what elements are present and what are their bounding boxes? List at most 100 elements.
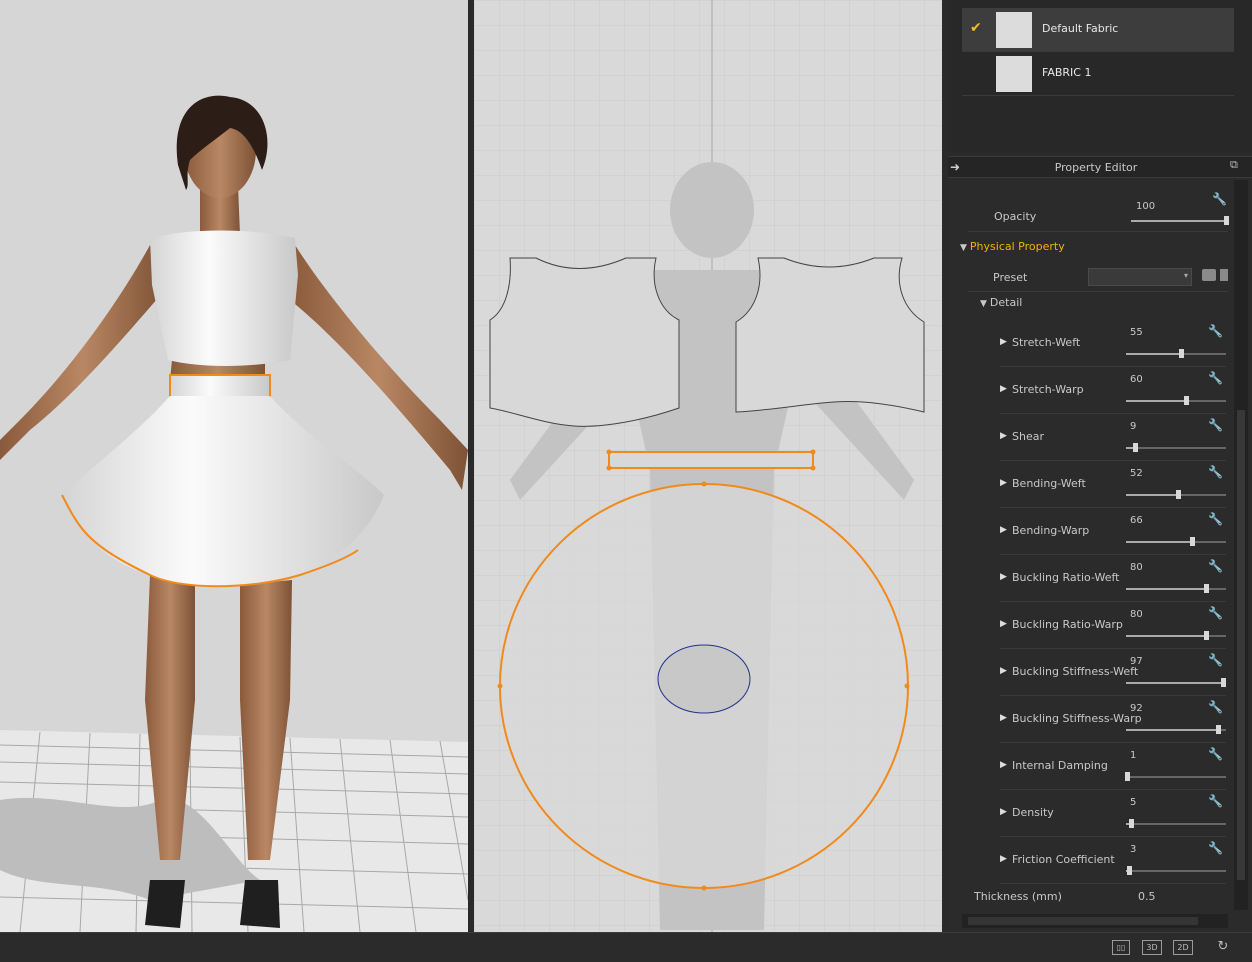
slider-thumb[interactable] bbox=[1221, 678, 1226, 687]
param-value[interactable]: 5 bbox=[1130, 797, 1136, 808]
param-slider[interactable] bbox=[1126, 819, 1226, 828]
preset-label: Preset bbox=[993, 271, 1028, 284]
slider-fill bbox=[1126, 588, 1206, 590]
scrollbar-thumb[interactable] bbox=[968, 917, 1198, 925]
param-value[interactable]: 80 bbox=[1130, 562, 1143, 573]
wrench-icon[interactable]: 🔧 bbox=[1208, 465, 1223, 479]
3d-viewport[interactable] bbox=[0, 0, 468, 932]
physical-property-section[interactable]: ▼ Physical Property bbox=[960, 240, 1065, 260]
param-slider[interactable] bbox=[1126, 725, 1226, 734]
triangle-right-icon[interactable]: ▶ bbox=[1000, 666, 1007, 676]
wrench-icon[interactable]: 🔧 bbox=[1208, 371, 1223, 385]
triangle-right-icon[interactable]: ▶ bbox=[1000, 431, 1007, 441]
param-slider[interactable] bbox=[1126, 349, 1226, 358]
triangle-right-icon[interactable]: ▶ bbox=[1000, 760, 1007, 770]
param-slider[interactable] bbox=[1126, 631, 1226, 640]
vertical-scrollbar[interactable] bbox=[1234, 180, 1248, 910]
slider-thumb[interactable] bbox=[1125, 772, 1130, 781]
wrench-icon[interactable]: 🔧 bbox=[1208, 418, 1223, 432]
opacity-slider[interactable] bbox=[1131, 216, 1229, 225]
fabric-name: Default Fabric bbox=[1042, 22, 1119, 35]
triangle-right-icon[interactable]: ▶ bbox=[1000, 478, 1007, 488]
slider-thumb[interactable] bbox=[1184, 396, 1189, 405]
param-row: ▶ Bending-Warp 66 🔧 bbox=[1000, 508, 1226, 555]
view-2d-button[interactable]: 2D bbox=[1173, 940, 1193, 955]
param-slider[interactable] bbox=[1126, 537, 1226, 546]
preset-dropdown[interactable]: ▾ bbox=[1088, 268, 1192, 286]
triangle-right-icon[interactable]: ▶ bbox=[1000, 337, 1007, 347]
thickness-value[interactable]: 0.5 bbox=[1138, 890, 1156, 903]
triangle-right-icon[interactable]: ▶ bbox=[1000, 807, 1007, 817]
wrench-icon[interactable]: 🔧 bbox=[1208, 512, 1223, 526]
param-slider[interactable] bbox=[1126, 490, 1226, 499]
slider-thumb[interactable] bbox=[1127, 866, 1132, 875]
wrench-icon[interactable]: 🔧 bbox=[1208, 794, 1223, 808]
param-value[interactable]: 80 bbox=[1130, 609, 1143, 620]
param-slider[interactable] bbox=[1126, 584, 1226, 593]
slider-thumb[interactable] bbox=[1204, 584, 1209, 593]
slider-thumb[interactable] bbox=[1224, 216, 1229, 225]
param-value[interactable]: 52 bbox=[1130, 468, 1143, 479]
2d-pattern-viewport[interactable] bbox=[474, 0, 942, 932]
fabric-item-fabric-1[interactable]: FABRIC 1 bbox=[962, 52, 1234, 96]
param-slider[interactable] bbox=[1126, 678, 1226, 687]
wrench-icon[interactable]: 🔧 bbox=[1208, 747, 1223, 761]
popout-icon[interactable]: ⧉ bbox=[1230, 158, 1238, 172]
slider-thumb[interactable] bbox=[1129, 819, 1134, 828]
param-value[interactable]: 92 bbox=[1130, 703, 1143, 714]
param-value[interactable]: 3 bbox=[1130, 844, 1136, 855]
param-value[interactable]: 55 bbox=[1130, 327, 1143, 338]
triangle-right-icon[interactable]: ▶ bbox=[1000, 525, 1007, 535]
param-value[interactable]: 66 bbox=[1130, 515, 1143, 526]
triangle-right-icon[interactable]: ▶ bbox=[1000, 572, 1007, 582]
3d-scene bbox=[0, 95, 468, 932]
detail-section[interactable]: ▼ Detail bbox=[980, 296, 1022, 316]
param-value[interactable]: 97 bbox=[1130, 656, 1143, 667]
scrollbar-thumb[interactable] bbox=[1237, 410, 1245, 880]
param-row: ▶ Buckling Stiffness-Weft 97 🔧 bbox=[1000, 649, 1226, 696]
wrench-icon[interactable]: 🔧 bbox=[1212, 192, 1227, 206]
wrench-icon[interactable]: 🔧 bbox=[1208, 324, 1223, 338]
slider-fill bbox=[1126, 400, 1186, 402]
triangle-right-icon[interactable]: ▶ bbox=[1000, 713, 1007, 723]
param-value[interactable]: 60 bbox=[1130, 374, 1143, 385]
folder-icon[interactable] bbox=[1202, 269, 1216, 281]
fabric-item-default[interactable]: ✔ Default Fabric bbox=[962, 8, 1234, 52]
wrench-icon[interactable]: 🔧 bbox=[1208, 700, 1223, 714]
right-panel: ✔ Default Fabric FABRIC 1 ➜ Property Edi… bbox=[948, 0, 1252, 932]
param-label: Shear bbox=[1012, 430, 1044, 443]
slider-thumb[interactable] bbox=[1176, 490, 1181, 499]
slider-thumb[interactable] bbox=[1190, 537, 1195, 546]
slider-thumb[interactable] bbox=[1179, 349, 1184, 358]
triangle-right-icon[interactable]: ▶ bbox=[1000, 384, 1007, 394]
opacity-value[interactable]: 100 bbox=[1136, 201, 1155, 212]
param-label: Buckling Stiffness-Warp bbox=[1012, 712, 1142, 725]
slider-thumb[interactable] bbox=[1133, 443, 1138, 452]
wrench-icon[interactable]: 🔧 bbox=[1208, 653, 1223, 667]
opacity-label: Opacity bbox=[994, 210, 1037, 223]
param-value[interactable]: 1 bbox=[1130, 750, 1136, 761]
param-slider[interactable] bbox=[1126, 443, 1226, 452]
param-value[interactable]: 9 bbox=[1130, 421, 1136, 432]
2d-pattern-canvas bbox=[474, 0, 942, 932]
wrench-icon[interactable]: 🔧 bbox=[1208, 841, 1223, 855]
slider-thumb[interactable] bbox=[1216, 725, 1221, 734]
refresh-icon[interactable]: ↻ bbox=[1215, 940, 1231, 955]
arrow-right-icon[interactable]: ➜ bbox=[950, 160, 960, 174]
wrench-icon[interactable]: 🔧 bbox=[1208, 559, 1223, 573]
param-slider[interactable] bbox=[1125, 772, 1226, 781]
param-row: ▶ Bending-Weft 52 🔧 bbox=[1000, 461, 1226, 508]
split-view-icon[interactable]: ▯▯ bbox=[1112, 940, 1130, 955]
triangle-right-icon[interactable]: ▶ bbox=[1000, 619, 1007, 629]
view-3d-button[interactable]: 3D bbox=[1142, 940, 1162, 955]
horizontal-scrollbar[interactable] bbox=[962, 914, 1228, 928]
skirt bbox=[62, 396, 384, 587]
crop-top bbox=[150, 230, 298, 366]
thickness-row: Thickness (mm) 0.5 bbox=[968, 886, 1228, 910]
param-slider[interactable] bbox=[1126, 396, 1226, 405]
wrench-icon[interactable]: 🔧 bbox=[1208, 606, 1223, 620]
param-slider[interactable] bbox=[1126, 866, 1226, 875]
slider-thumb[interactable] bbox=[1204, 631, 1209, 640]
triangle-right-icon[interactable]: ▶ bbox=[1000, 854, 1007, 864]
save-icon[interactable] bbox=[1220, 269, 1228, 281]
